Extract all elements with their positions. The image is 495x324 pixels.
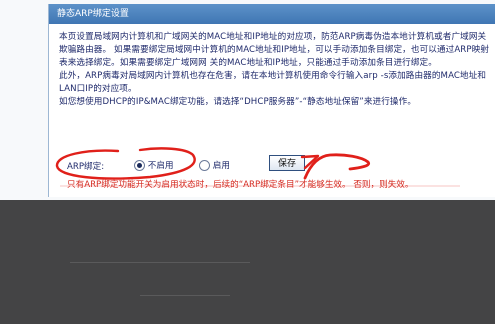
radio-disable-label: 不启用 (147, 161, 174, 171)
arp-binding-panel: 静态ARP绑定设置 本页设置局域网内计算机和广域网关的MAC地址和IP地址的对应… (48, 4, 495, 197)
warning-text: 只有ARP绑定功能开关为启用状态时，后续的“ARP绑定条目”才能够生效。 否则，… (67, 180, 414, 190)
radio-disable-icon[interactable] (134, 160, 145, 171)
radio-option-enable[interactable]: 启用 (199, 159, 230, 171)
dark-overlay-area (0, 200, 495, 324)
description-block: 本页设置局域网内计算机和广域网关的MAC地址和IP地址的对应项，防范ARP病毒伪… (59, 31, 491, 109)
arp-binding-label: ARP绑定: (67, 162, 105, 172)
faded-line (70, 262, 250, 263)
save-button[interactable]: 保存 (269, 155, 305, 171)
radio-option-disable[interactable]: 不启用 (134, 159, 174, 171)
screenshot-page: 静态ARP绑定设置 本页设置局域网内计算机和广域网关的MAC地址和IP地址的对应… (0, 0, 495, 324)
description-paragraph-1: 本页设置局域网内计算机和广域网关的MAC地址和IP地址的对应项，防范ARP病毒伪… (59, 32, 490, 68)
description-paragraph-3: 如您想使用DHCP的IP&MAC绑定功能，请选择“DHCP服务器”-“静态地址保… (59, 97, 417, 107)
radio-enable-icon[interactable] (199, 160, 210, 171)
radio-enable-label: 启用 (212, 161, 230, 171)
faded-line (140, 295, 230, 296)
panel-title: 静态ARP绑定设置 (49, 4, 495, 24)
description-paragraph-2: 此外，ARP病毒对局域网内计算机也存在危害，请在本地计算机使用命令行输入arp … (59, 71, 487, 94)
